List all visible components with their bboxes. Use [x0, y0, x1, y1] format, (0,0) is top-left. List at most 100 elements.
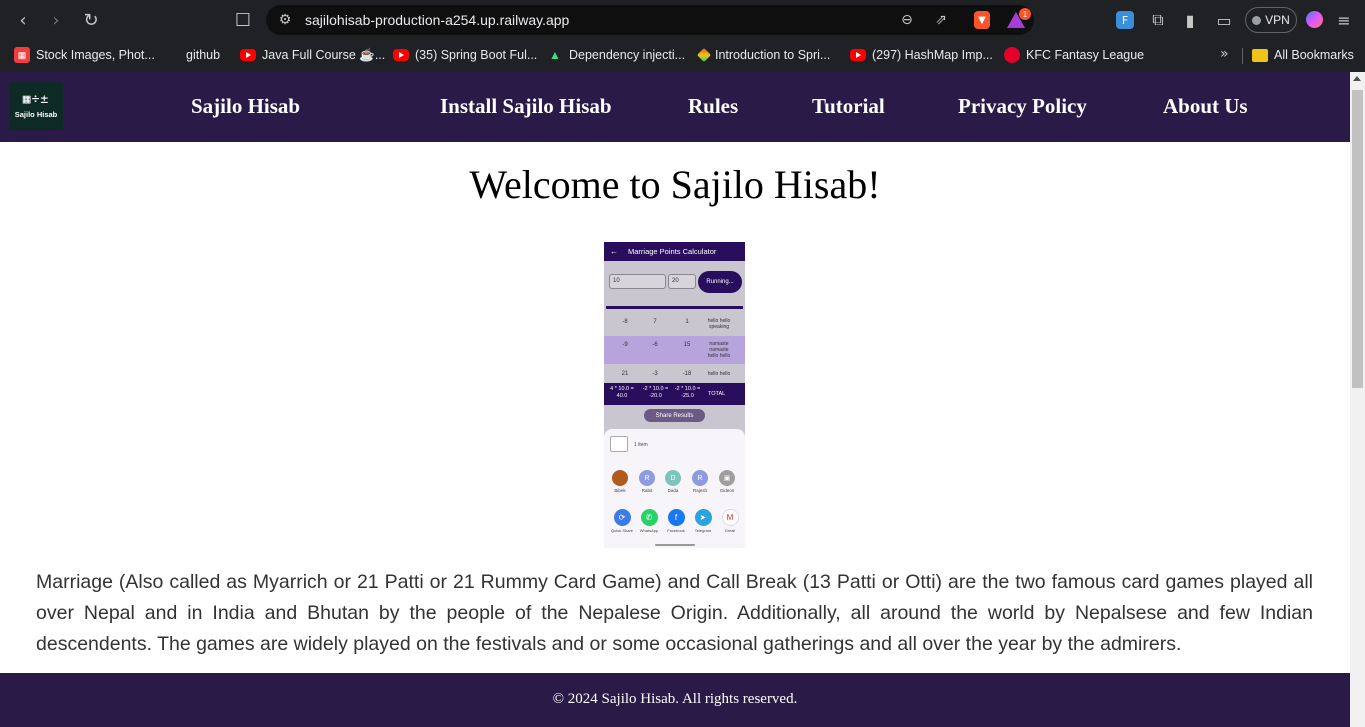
nav-brand[interactable]: Sajilo Hisab — [191, 94, 300, 119]
url-text[interactable]: sajilohisab-production-a254.up.railway.a… — [305, 12, 569, 28]
nav-install[interactable]: Install Sajilo Hisab — [440, 94, 612, 119]
contact-name: Rabit — [641, 488, 653, 493]
share-contact: R Rabit — [636, 470, 658, 493]
app-row: -8 7 1 hello hello speaking — [604, 310, 745, 336]
all-bookmarks-button[interactable]: All Bookmarks — [1252, 46, 1354, 64]
contact-avatar: ▣ — [719, 470, 735, 486]
app-name: WhatsApp — [639, 528, 659, 533]
scrollbar-thumb[interactable] — [1352, 90, 1363, 388]
site-logo[interactable]: ▦÷± Sajilo Hisab — [9, 82, 63, 130]
forward-icon[interactable]: › — [44, 8, 68, 32]
bookmark-label: Introduction to Spri... — [715, 48, 831, 62]
all-bookmarks-label: All Bookmarks — [1274, 48, 1354, 62]
share-contact: Bibek — [609, 470, 631, 493]
app-cell: -18 — [682, 371, 692, 377]
bookmark-item[interactable]: github — [164, 46, 220, 64]
back-icon[interactable]: ‹ — [11, 8, 35, 32]
bookmark-label: Dependency injecti... — [569, 48, 686, 62]
bookmark-item[interactable]: Java Full Course ☕... — [240, 46, 385, 64]
bookmarks-bar: ▦ Stock Images, Phot... github Java Full… — [0, 40, 1365, 70]
extension-icon[interactable]: F — [1116, 11, 1134, 29]
vpn-label: VPN — [1265, 13, 1290, 27]
app-note: hello hello — [707, 371, 731, 377]
bookmark-item[interactable]: (35) Spring Boot Ful... — [393, 46, 537, 64]
footer-text: © 2024 Sajilo Hisab. All rights reserved… — [552, 691, 798, 707]
page-scrollbar[interactable] — [1350, 72, 1365, 727]
bookmark-label: github — [186, 48, 221, 62]
page-title: Welcome to Sajilo Hisab! — [469, 162, 881, 207]
app-row: -9 -6 15 namaste namaste hello hello — [604, 336, 745, 364]
scroll-up-icon[interactable] — [1353, 76, 1361, 81]
app-screenshot: ← Marriage Points Calculator 10 20 Runni… — [604, 242, 745, 548]
nav-tutorial[interactable]: Tutorial — [812, 94, 885, 119]
app-cell: -6 — [652, 342, 658, 348]
app-input-2: 20 — [668, 274, 696, 289]
intro-paragraph: Marriage (Also called as Myarrich or 21 … — [36, 571, 1313, 655]
app-note: namaste namaste hello hello — [707, 341, 731, 359]
web-page: ▦÷± Sajilo Hisab Sajilo Hisab Install Sa… — [0, 72, 1350, 727]
app-total-cell: 4 * 10.0 = 40.0 — [610, 386, 634, 399]
bookmarks-divider — [1242, 48, 1243, 64]
brave-shields-icon[interactable]: ▼ — [974, 11, 990, 29]
address-bar[interactable]: ⚙ sajilohisab-production-a254.up.railway… — [266, 5, 1034, 35]
nav-about-us[interactable]: About Us — [1163, 94, 1248, 119]
contact-avatar: R — [692, 470, 708, 486]
bookmark-icon[interactable]: ☐ — [231, 8, 255, 32]
folder-icon — [1252, 48, 1268, 62]
zoom-icon[interactable]: ⊖ — [897, 10, 917, 30]
app-name: Quick Share — [610, 528, 633, 533]
kfc-icon — [1004, 47, 1020, 63]
app-share-label: Share Results — [655, 412, 694, 419]
logo-text: Sajilo Hisab — [14, 110, 58, 119]
site-info-icon[interactable]: ⚙ — [275, 10, 295, 30]
logo-icon: ▦÷± — [22, 92, 50, 107]
vpn-status-icon — [1252, 15, 1262, 25]
site-navbar: ▦÷± Sajilo Hisab Sajilo Hisab Install Sa… — [0, 72, 1350, 142]
contact-name: Gideon — [719, 488, 735, 493]
bookmark-item[interactable]: ▦ Stock Images, Phot... — [14, 46, 155, 64]
bookmark-item[interactable]: Introduction to Spri... — [696, 46, 831, 64]
share-icon[interactable]: ⇗ — [931, 10, 951, 30]
bookmark-label: (297) HashMap Imp... — [872, 48, 993, 62]
contact-avatar: R — [639, 470, 655, 486]
wallet-icon[interactable]: ▭ — [1213, 9, 1235, 31]
spring-icon — [696, 47, 712, 63]
share-contact: D Dada — [662, 470, 684, 493]
contact-avatar — [612, 470, 628, 486]
app-title-bar: ← Marriage Points Calculator — [604, 242, 745, 261]
contact-name: Rajesh — [692, 488, 707, 493]
bookmark-item[interactable]: ▲ Dependency injecti... — [547, 46, 685, 64]
reload-icon[interactable]: ↻ — [79, 8, 103, 32]
app-total-cell: -2 * 10.0 = -20.0 — [642, 386, 669, 399]
app-input-1: 10 — [609, 274, 666, 289]
app-share-button: Share Results — [644, 409, 705, 422]
nav-rules[interactable]: Rules — [688, 94, 738, 119]
facebook-icon: f — [667, 509, 685, 526]
vpn-button[interactable]: VPN — [1245, 7, 1297, 33]
bookmark-item[interactable]: (297) HashMap Imp... — [850, 46, 993, 64]
app-cell: -8 — [622, 319, 628, 325]
back-arrow-icon: ← — [610, 247, 618, 256]
profile-avatar[interactable] — [1306, 11, 1323, 28]
telegram-icon: ➤ — [694, 509, 712, 526]
app-row: 21 -3 -18 hello hello — [604, 364, 745, 383]
menu-icon[interactable]: ≡ — [1333, 9, 1355, 31]
app-cell: 1 — [685, 319, 689, 325]
youtube-icon — [850, 49, 866, 61]
contact-name: Bibek — [614, 488, 626, 493]
app-running-button: Running... — [698, 271, 742, 293]
more-bookmarks-icon[interactable]: » — [1220, 46, 1229, 62]
gmail-icon: M — [721, 509, 739, 526]
bookmark-item[interactable]: KFC Fantasy League — [1004, 46, 1144, 64]
sidebar-icon[interactable]: ▮ — [1179, 9, 1201, 31]
app-total-row: 4 * 10.0 = 40.0 -2 * 10.0 = -20.0 -2 * 1… — [604, 383, 745, 405]
app-cell: -3 — [652, 371, 658, 377]
nav-privacy-policy[interactable]: Privacy Policy — [958, 94, 1087, 119]
bookmark-label: Stock Images, Phot... — [36, 48, 155, 62]
rewards-badge: 1 — [1019, 8, 1031, 20]
app-name: Gmail — [724, 528, 736, 533]
share-contact: ▣ Gideon — [716, 470, 738, 493]
app-divider — [606, 306, 743, 309]
app-cell: -9 — [622, 342, 628, 348]
extensions-puzzle-icon[interactable]: ⧉ — [1147, 9, 1169, 31]
